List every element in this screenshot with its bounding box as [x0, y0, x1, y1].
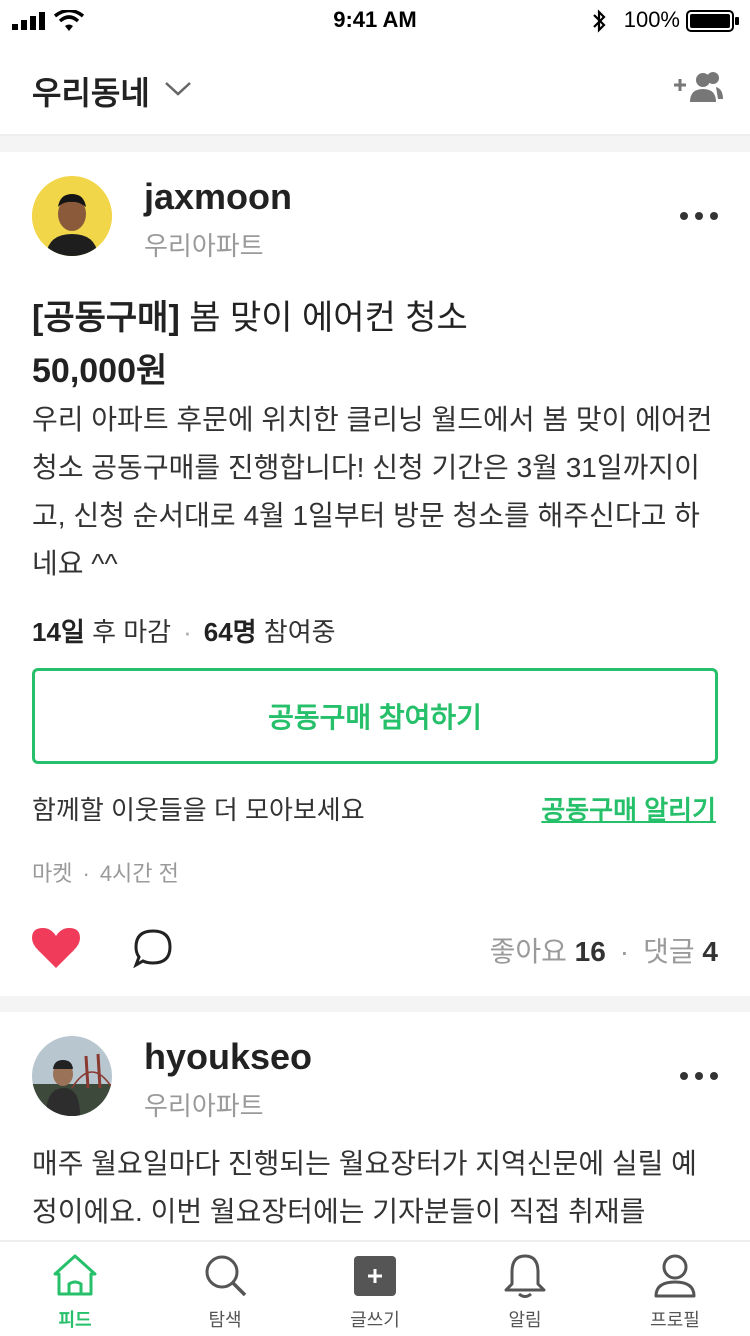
heart-icon[interactable]	[32, 926, 80, 970]
deadline-meta: 14일 후 마감 · 64명 참여중	[32, 617, 336, 647]
post-location: 우리아파트	[144, 231, 264, 261]
comment-icon[interactable]	[132, 928, 174, 968]
avatar[interactable]	[32, 1036, 112, 1116]
search-icon	[205, 1255, 247, 1297]
post-category-time: 마켓 · 4시간 전	[32, 861, 179, 886]
likes-count[interactable]: 16	[575, 936, 606, 967]
app-header: 우리동네	[0, 40, 750, 136]
post-body: 매주 월요일마다 진행되는 월요장터가 지역신문에 실릴 예정이에요. 이번 월…	[32, 1148, 697, 1227]
invite-text: 함께할 이웃들을 더 모아보세요	[32, 795, 365, 825]
avatar[interactable]	[32, 176, 112, 256]
section-divider	[0, 996, 750, 1012]
post-username[interactable]: hyoukseo	[144, 1036, 312, 1078]
status-bar: 9:41 AM 100%	[0, 0, 750, 40]
neighborhood-title[interactable]: 우리동네	[32, 68, 150, 114]
tab-label: 알림	[508, 1310, 542, 1330]
profile-icon	[654, 1254, 696, 1298]
tab-label: 탐색	[208, 1310, 242, 1330]
post-username[interactable]: jaxmoon	[144, 176, 292, 218]
add-friend-icon[interactable]	[672, 70, 724, 106]
home-icon	[53, 1254, 97, 1296]
post-price: 50,000원	[32, 352, 168, 390]
participant-count: 64명	[203, 617, 257, 647]
post-title-tag: [공동구매]	[32, 299, 180, 337]
tab-label: 글쓰기	[350, 1310, 400, 1330]
tab-write[interactable]: 글쓰기	[300, 1242, 450, 1336]
bluetooth-icon	[593, 9, 606, 33]
participant-label: 참여중	[256, 617, 336, 647]
share-group-buy-link[interactable]: 공동구매 알리기	[541, 790, 716, 827]
join-group-buy-button[interactable]: 공동구매 참여하기	[32, 668, 718, 764]
post-title-text: 봄 맞이 에어컨 청소	[179, 299, 468, 337]
tab-label: 프로필	[650, 1310, 700, 1330]
tab-notifications[interactable]: 알림	[450, 1242, 600, 1336]
post-category[interactable]: 마켓	[32, 861, 72, 886]
tab-feed[interactable]: 피드	[0, 1242, 150, 1336]
chevron-down-icon[interactable]	[164, 80, 192, 98]
tab-explore[interactable]: 탐색	[150, 1242, 300, 1336]
section-divider	[0, 136, 750, 152]
post-title: [공동구매] 봄 맞이 에어컨 청소	[32, 290, 468, 339]
post-counts: 좋아요 16 · 댓글 4	[489, 936, 718, 967]
bell-icon	[504, 1254, 546, 1298]
more-options-icon[interactable]	[680, 1066, 720, 1086]
more-options-icon[interactable]	[680, 206, 720, 226]
tab-profile[interactable]: 프로필	[600, 1242, 750, 1336]
battery-percent: 100%	[623, 7, 680, 32]
comments-count[interactable]: 4	[702, 936, 718, 967]
deadline-label: 후 마감	[84, 617, 172, 647]
write-icon	[354, 1256, 396, 1296]
post-location: 우리아파트	[144, 1091, 264, 1121]
battery-icon	[686, 10, 739, 32]
likes-label[interactable]: 좋아요	[490, 936, 567, 967]
comments-label[interactable]: 댓글	[643, 936, 695, 967]
deadline-days: 14일	[32, 617, 85, 647]
bottom-tab-bar: 피드 탐색 글쓰기 알림 프로필	[0, 1240, 750, 1336]
post-body: 우리 아파트 후문에 위치한 클리닝 월드에서 봄 맞이 에어컨 청소 공동구매…	[32, 404, 713, 579]
tab-label: 피드	[58, 1310, 92, 1330]
post-time: 4시간 전	[99, 861, 179, 886]
